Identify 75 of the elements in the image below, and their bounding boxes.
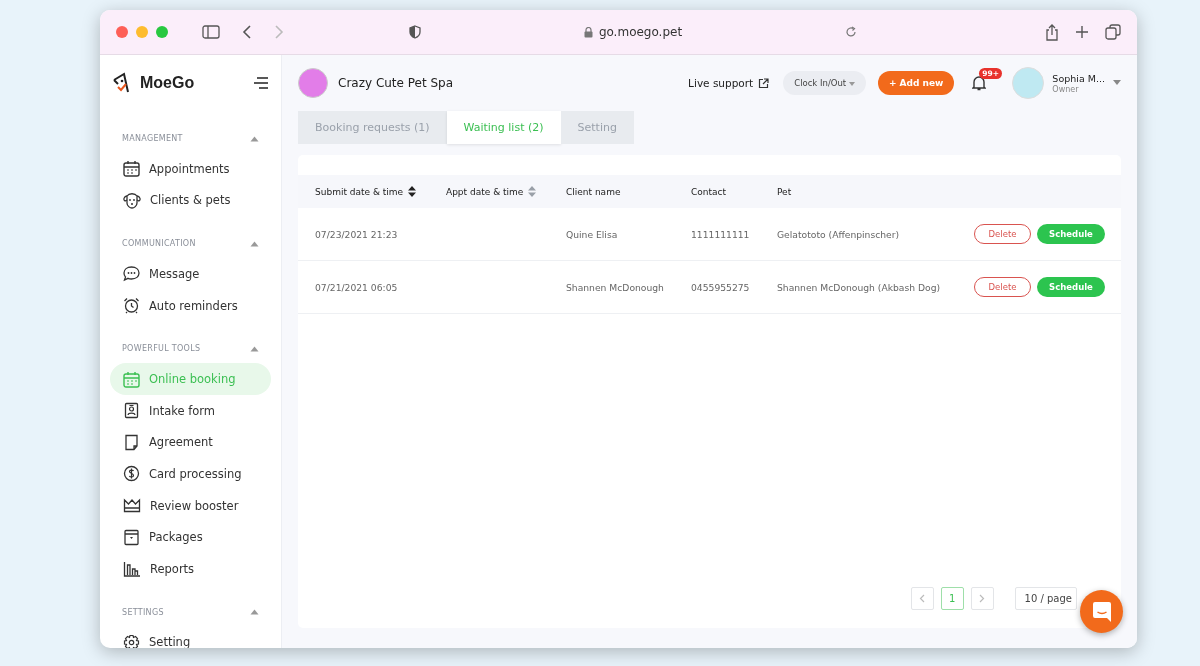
collapse-caret-icon[interactable] [250,135,259,142]
collapse-caret-icon[interactable] [250,609,259,616]
calendar-icon [123,370,140,388]
dollar-coin-icon [123,465,140,483]
caret-down-icon [848,82,855,86]
page-size-dropdown[interactable]: 10 / page [1014,587,1077,610]
chevron-left-icon [919,594,926,603]
column-header[interactable]: Submit date & time [315,186,404,197]
section-heading: MANAGEMENT [122,134,183,143]
sidebar-toggle-icon[interactable] [202,25,220,39]
address-bar[interactable]: go.moego.pet [433,25,833,39]
sidebar-item[interactable]: Intake form [110,394,271,427]
reload-icon[interactable] [845,26,857,38]
back-icon[interactable] [242,25,252,39]
sidebar-item[interactable]: Auto reminders [110,289,271,322]
sidebar-item[interactable]: Packages [110,521,271,553]
section-heading: POWERFUL TOOLS [122,344,201,354]
document-icon [123,433,140,451]
settings-icon [123,633,140,648]
package-icon [123,528,140,546]
table-cell: Quine Elisa [566,228,618,240]
sidebar-item[interactable]: Card processing [110,458,271,490]
table-cell: Shannen McDonough (Akbash Dog) [777,281,941,293]
sidebar-item[interactable]: Setting [110,626,271,648]
maximize-window-button[interactable] [156,26,168,38]
collapse-caret-icon[interactable] [250,345,259,352]
new-tab-icon[interactable] [1075,25,1089,39]
column-header: Client name [566,186,621,197]
collapse-caret-icon[interactable] [250,240,259,247]
table-cell: Shannen McDonough [566,281,664,293]
lock-icon [583,26,593,38]
menu-icon[interactable] [253,77,269,89]
live-support-link[interactable]: Live support [688,77,770,89]
section-heading: SETTINGS [122,607,164,617]
column-header[interactable]: Appt date & time [446,186,524,197]
forward-icon[interactable] [274,25,284,39]
alarm-clock-icon [123,297,140,315]
table-cell: 07/21/2021 06:05 [315,281,398,293]
clock-in-out-dropdown[interactable]: Clock In/Out [783,71,866,95]
external-link-icon [758,77,770,89]
sidebar-item[interactable]: Clients & pets [110,184,271,217]
delete-button[interactable]: Delete [974,277,1031,297]
table-cell: 0455955275 [691,281,750,293]
user-name[interactable]: Sophia M... [1052,72,1105,84]
column-header: Contact [691,186,726,197]
crown-icon [123,498,141,514]
user-role: Owner [1052,84,1080,94]
shield-icon[interactable] [409,25,421,39]
table-cell: Gelatototo (Affenpinscher) [777,228,900,240]
column-header: Pet [777,186,792,197]
sidebar-item[interactable]: Review booster [110,489,271,522]
close-window-button[interactable] [116,26,128,38]
business-avatar [298,68,328,98]
share-icon[interactable] [1045,23,1059,41]
chevron-right-icon [979,594,986,603]
caret-down-icon[interactable] [1113,80,1121,86]
calendar-icon [123,160,140,178]
sidebar-item[interactable]: Appointments [110,153,271,185]
table-cell: 07/23/2021 21:23 [315,228,398,240]
tabs-overview-icon[interactable] [1105,24,1121,40]
section-heading: COMMUNICATION [122,239,196,249]
delete-button[interactable]: Delete [974,224,1031,244]
chat-bubble-icon [123,265,140,283]
sidebar-item[interactable]: Reports [110,552,271,585]
id-badge-icon [123,402,140,420]
sort-icon[interactable] [408,186,417,197]
dog-face-icon [123,191,141,209]
logo-text: MoeGo [140,74,195,92]
notification-bell-icon[interactable] [972,75,987,91]
bar-chart-icon [123,560,141,577]
sidebar-item[interactable]: Agreement [110,426,271,459]
business-name: Crazy Cute Pet Spa [338,76,454,90]
chat-icon [1091,600,1112,623]
sidebar-item[interactable]: Message [110,258,271,290]
table-cell: 1111111111 [691,228,750,240]
